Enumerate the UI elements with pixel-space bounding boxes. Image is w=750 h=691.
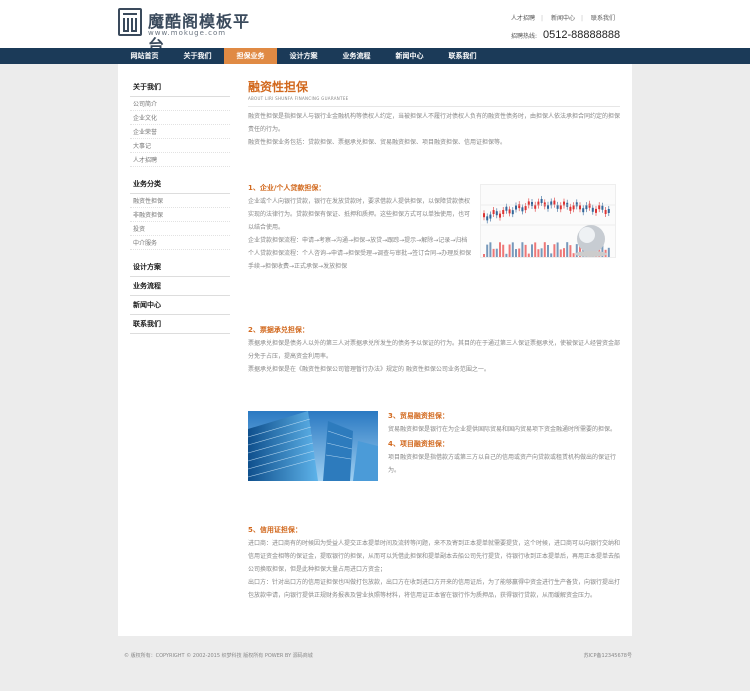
nav-design[interactable]: 设计方案: [277, 48, 330, 64]
sidebar-category-business[interactable]: 业务分类: [130, 175, 230, 194]
sidebar-item-culture[interactable]: 企业文化: [130, 111, 230, 125]
nav-process[interactable]: 业务流程: [330, 48, 383, 64]
nav-news[interactable]: 新闻中心: [383, 48, 436, 64]
toplink-contact[interactable]: 联系我们: [591, 15, 615, 22]
toplink-news[interactable]: 新闻中心: [551, 15, 575, 22]
hotline-label: 招聘热线:: [511, 33, 538, 40]
sidebar-item-honors[interactable]: 企业荣誉: [130, 125, 230, 139]
intro-text: 融资性担保是指担保人与银行业金融机构等债权人约定，当被担保人不履行对债权人负有的…: [248, 113, 621, 146]
section-loan-guarantee: 1、企业/个人贷款担保： 企业或个人向银行贷款，银行在发放贷款时，要求借款人提供…: [248, 182, 473, 273]
section-title: 1、企业/个人贷款担保：: [248, 184, 326, 192]
building-image: [248, 411, 378, 481]
nav-contact[interactable]: 联系我们: [436, 48, 489, 64]
stock-chart-image: [480, 184, 616, 258]
hotline: 招聘热线: 0512-88888888: [511, 29, 620, 41]
section-body: 企业或个人向银行贷款，银行在发放贷款时，要求借款人提供担保，以保障贷款债权实现的…: [248, 198, 472, 270]
sidebar-category-process[interactable]: 业务流程: [130, 277, 230, 296]
sidebar-category-about[interactable]: 关于我们: [130, 78, 230, 97]
sidebar-item-milestones[interactable]: 大事记: [130, 139, 230, 153]
title-divider: [248, 106, 620, 107]
site-logo[interactable]: 魔酷阁模板平台 www.mokuge.com: [118, 8, 258, 55]
section-title: 4、项目融资担保：: [388, 440, 449, 448]
page-title: 融资性担保: [248, 80, 309, 94]
logo-icon: [118, 8, 142, 36]
main-content: 融资性担保 ABOUT LIRI SHUNFA FINANCING GUARAN…: [248, 78, 620, 599]
section-title: 3、贸易融资担保：: [388, 412, 449, 420]
sidebar-category-contact[interactable]: 联系我们: [130, 315, 230, 334]
top-links: 人才招聘 | 新闻中心 | 联系我们: [511, 15, 615, 22]
sidebar-item-agency[interactable]: 中介服务: [130, 236, 230, 250]
nav-guarantee[interactable]: 担保业务: [224, 48, 277, 64]
sidebar-category-design[interactable]: 设计方案: [130, 258, 230, 277]
sidebar-item-nonfinancing[interactable]: 非融资担保: [130, 208, 230, 222]
sidebar-item-financing[interactable]: 融资性担保: [130, 194, 230, 208]
section-body: 票据承兑担保是债务人以外的第三人对票据承兑所发生的债务予以保证的行为。其目的在于…: [248, 340, 621, 373]
section-lc-guarantee: 5、信用证担保： 进口商：进口商有的时候因为受益人提交正本提单时间及流转等问题，…: [248, 524, 620, 602]
section-title: 2、票据承兑担保：: [248, 326, 309, 334]
icp-text: 苏ICP备12345678号: [583, 653, 632, 659]
brand-url: www.mokuge.com: [148, 29, 227, 37]
nav-home[interactable]: 网站首页: [118, 48, 171, 64]
content-container: 关于我们 公司简介 企业文化 企业荣誉 大事记 人才招聘 业务分类 融资性担保 …: [118, 64, 632, 636]
toplink-careers[interactable]: 人才招聘: [511, 15, 535, 22]
main-nav: 网站首页 关于我们 担保业务 设计方案 业务流程 新闻中心 联系我们: [0, 48, 750, 64]
page-subtitle: ABOUT LIRI SHUNFA FINANCING GUARANTEE: [248, 96, 349, 101]
section-body: 进口商：进口商有的时候因为受益人提交正本提单时间及流转等问题，来不及寄到正本提单…: [248, 540, 621, 599]
section-trade-project: 3、贸易融资担保： 贸易融资担保是银行在为企业提供国际贸易和国内贸易项下资金融通…: [388, 410, 620, 477]
section-bill-guarantee: 2、票据承兑担保： 票据承兑担保是债务人以外的第三人对票据承兑所发生的债务予以保…: [248, 324, 620, 376]
nav-about[interactable]: 关于我们: [171, 48, 224, 64]
sidebar-item-profile[interactable]: 公司简介: [130, 97, 230, 111]
sidebar: 关于我们 公司简介 企业文化 企业荣誉 大事记 人才招聘 业务分类 融资性担保 …: [130, 78, 230, 334]
section-body: 项目融资担保是指借款方或第三方以自己的信用或资产向贷款或租赁机构做出的保证行为。: [388, 454, 617, 474]
sidebar-item-investment[interactable]: 投资: [130, 222, 230, 236]
copyright-text: © 版权所有：COPYRIGHT © 2002-2015 织梦科技 版权所有 P…: [124, 653, 313, 659]
section-body: 贸易融资担保是银行在为企业提供国际贸易和国内贸易项下资金融通时所需要的担保。: [388, 426, 617, 433]
section-title: 5、信用证担保：: [248, 526, 302, 534]
hotline-number: 0512-88888888: [543, 29, 621, 41]
sidebar-item-careers[interactable]: 人才招聘: [130, 153, 230, 167]
site-header: 魔酷阁模板平台 www.mokuge.com 人才招聘 | 新闻中心 | 联系我们 …: [0, 0, 750, 55]
sidebar-category-news[interactable]: 新闻中心: [130, 296, 230, 315]
site-footer: © 版权所有：COPYRIGHT © 2002-2015 织梦科技 版权所有 P…: [118, 648, 632, 662]
